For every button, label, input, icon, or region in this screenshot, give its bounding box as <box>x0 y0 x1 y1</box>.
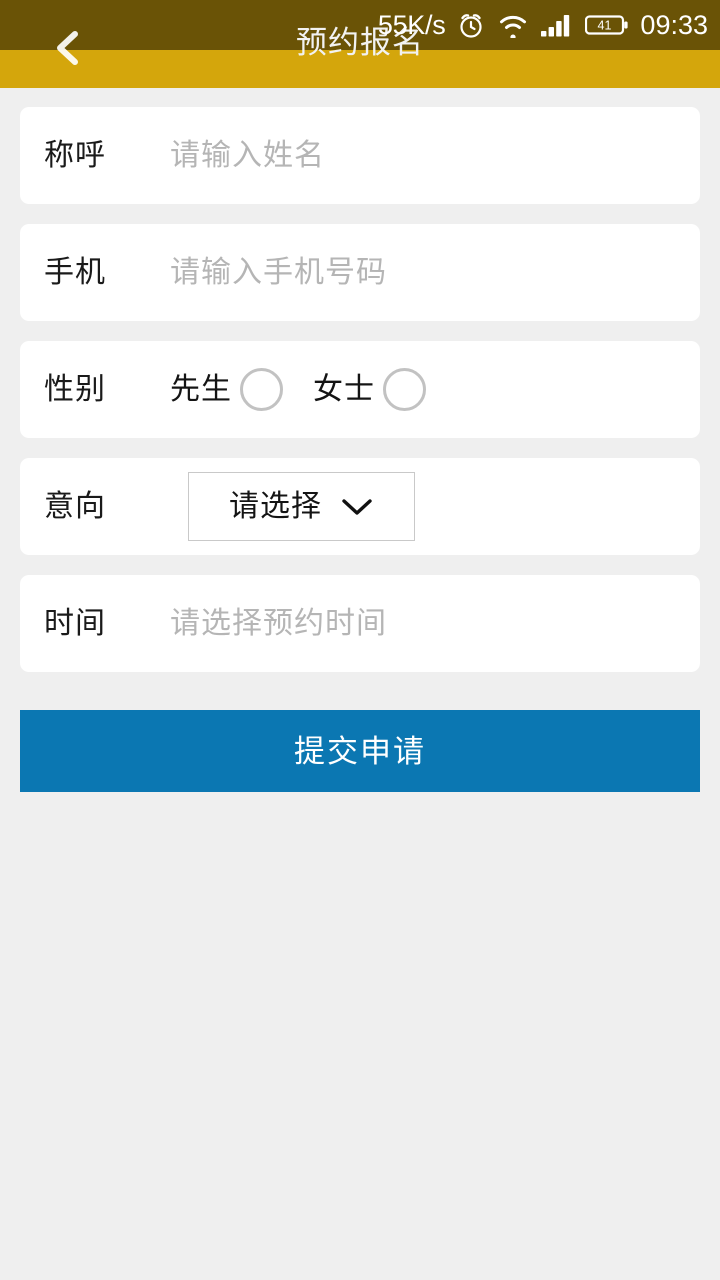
gender-option-male[interactable]: 先生 <box>170 368 283 411</box>
name-input[interactable]: 请输入姓名 <box>170 140 700 171</box>
form-row-time: 时间 请选择预约时间 <box>20 575 700 672</box>
label-gender: 性别 <box>44 372 106 406</box>
form-row-gender: 性别 先生 女士 <box>20 341 700 438</box>
phone-input[interactable]: 请输入手机号码 <box>170 257 700 288</box>
radio-male[interactable] <box>240 368 283 411</box>
network-speed-text: 55K/s <box>377 9 446 40</box>
radio-female[interactable] <box>383 368 426 411</box>
status-bar: 55K/s 41 09:33 <box>0 0 720 50</box>
battery-level-text: 41 <box>598 19 612 33</box>
intent-select[interactable]: 请选择 <box>188 472 415 541</box>
battery-icon: 41 <box>585 13 629 37</box>
time-picker-input[interactable]: 请选择预约时间 <box>170 608 700 639</box>
form-row-intent: 意向 请选择 <box>20 458 700 555</box>
gender-option-female-label: 女士 <box>313 372 375 406</box>
alarm-clock-icon <box>456 10 486 40</box>
cellular-signal-icon <box>540 12 574 38</box>
app-header: 预约报名 55K/s 41 09:33 <box>0 0 720 88</box>
wifi-icon <box>497 12 529 38</box>
submit-application-button[interactable]: 提交申请 <box>20 710 700 792</box>
label-name: 称呼 <box>44 138 106 172</box>
gender-option-female[interactable]: 女士 <box>313 368 426 411</box>
submit-application-label: 提交申请 <box>294 733 426 769</box>
gender-option-male-label: 先生 <box>170 372 232 406</box>
gender-radio-group: 先生 女士 <box>170 368 700 411</box>
chevron-down-icon <box>340 496 374 518</box>
clock-time: 09:33 <box>640 9 708 40</box>
label-phone: 手机 <box>44 255 106 289</box>
appointment-form: 称呼 请输入姓名 手机 请输入手机号码 性别 先生 女士 意向 请选择 时间 请… <box>0 88 720 672</box>
form-row-name: 称呼 请输入姓名 <box>20 107 700 204</box>
label-time: 时间 <box>44 606 106 640</box>
form-row-phone: 手机 请输入手机号码 <box>20 224 700 321</box>
label-intent: 意向 <box>44 489 106 523</box>
intent-select-value: 请选择 <box>229 489 322 523</box>
